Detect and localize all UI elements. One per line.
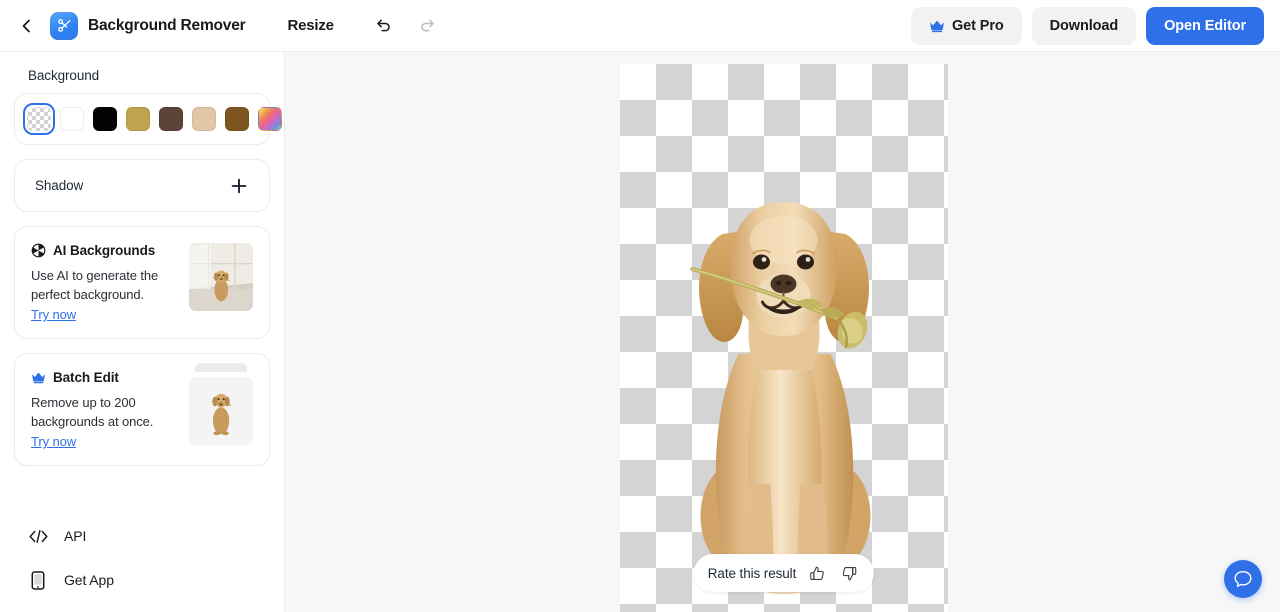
dog-in-room-thumbnail-image — [189, 243, 253, 311]
code-icon — [28, 529, 48, 544]
resize-button[interactable]: Resize — [287, 17, 334, 34]
promo-ai-title: AI Backgrounds — [53, 243, 156, 258]
rate-result-label: Rate this result — [707, 565, 797, 581]
promo-ai-thumbnail — [189, 243, 253, 311]
crown-icon — [930, 20, 944, 32]
background-swatch-list — [14, 93, 282, 145]
promo-card-ai-backgrounds[interactable]: AI Backgrounds Use AI to generate the pe… — [14, 226, 270, 339]
swatch-gradient-picker[interactable] — [258, 107, 282, 131]
swatch-tan[interactable] — [192, 107, 216, 131]
promo-batch-thumbnail — [189, 377, 253, 445]
main-body: Background Shadow AI Backgrounds Use AI … — [0, 52, 1280, 612]
promo-ai-header: AI Backgrounds — [31, 243, 179, 258]
chevron-left-icon — [22, 19, 30, 32]
promo-batch-header: Batch Edit — [31, 370, 179, 385]
promo-card-batch-edit[interactable]: Batch Edit Remove up to 200 backgrounds … — [14, 353, 270, 466]
back-button[interactable] — [14, 13, 40, 39]
app-root: Background Remover Resize Get Pro Downlo… — [0, 0, 1280, 612]
stacked-dog-thumbnail-image — [189, 377, 253, 445]
sidebar-item-api[interactable]: API — [14, 514, 270, 558]
undo-arrow-icon — [377, 19, 391, 32]
open-editor-label: Open Editor — [1164, 17, 1246, 34]
swatch-white[interactable] — [60, 107, 84, 131]
thumbs-down-icon — [842, 566, 857, 580]
download-label: Download — [1049, 17, 1119, 34]
sidebar-item-get-app[interactable]: Get App — [14, 558, 270, 602]
download-button[interactable]: Download — [1031, 6, 1137, 45]
sidebar: Background Shadow AI Backgrounds Use AI … — [0, 52, 285, 612]
help-chat-button[interactable] — [1224, 560, 1262, 598]
redo-button[interactable] — [416, 14, 440, 38]
background-section-title: Background — [28, 68, 100, 83]
golden-retriever-puppy-with-flower-image — [690, 202, 871, 594]
rate-result-pill: Rate this result — [693, 554, 875, 592]
phone-icon — [28, 570, 48, 590]
promo-batch-try-now-link[interactable]: Try now — [31, 434, 76, 449]
thumbs-up-icon — [810, 566, 824, 580]
canvas-area[interactable]: Rate this result — [285, 52, 1280, 612]
stack-sheet-behind — [195, 363, 247, 372]
add-shadow-button[interactable] — [229, 176, 249, 196]
promo-batch-description: Remove up to 200 backgrounds at once. — [31, 395, 154, 429]
thumbs-down-button[interactable] — [838, 562, 860, 584]
subject-image-dog — [677, 184, 892, 604]
promo-ai-description: Use AI to generate the perfect backgroun… — [31, 268, 159, 302]
promo-ai-try-now-link[interactable]: Try now — [31, 307, 76, 322]
promo-batch-text: Batch Edit Remove up to 200 backgrounds … — [31, 370, 179, 451]
swatch-khaki[interactable] — [126, 107, 150, 131]
chat-bubble-icon — [1234, 571, 1252, 587]
sparkle-icon — [31, 243, 46, 258]
scissors-icon — [57, 19, 70, 32]
thumbs-up-button[interactable] — [806, 562, 828, 584]
shadow-label: Shadow — [35, 178, 84, 193]
swatch-brown[interactable] — [225, 107, 249, 131]
sidebar-bottom-links: API Get App — [14, 514, 270, 612]
plus-icon — [231, 178, 247, 193]
app-title: Background Remover — [88, 16, 246, 34]
sidebar-item-get-app-label: Get App — [64, 572, 114, 588]
app-logo — [50, 11, 78, 40]
open-editor-button[interactable]: Open Editor — [1146, 6, 1264, 45]
shadow-row[interactable]: Shadow — [14, 159, 270, 212]
promo-batch-thumbnail-stack — [189, 363, 253, 445]
swatch-black[interactable] — [93, 107, 117, 131]
swatch-transparent[interactable] — [23, 103, 55, 135]
promo-batch-title: Batch Edit — [53, 370, 119, 385]
promo-ai-text: AI Backgrounds Use AI to generate the pe… — [31, 243, 179, 324]
artboard-transparent-canvas[interactable]: Rate this result — [620, 64, 948, 612]
sidebar-item-api-label: API — [64, 528, 87, 544]
get-pro-button[interactable]: Get Pro — [910, 6, 1022, 45]
get-pro-label: Get Pro — [951, 17, 1004, 34]
redo-arrow-icon — [421, 19, 435, 32]
top-toolbar: Background Remover Resize Get Pro Downlo… — [0, 0, 1280, 52]
swatch-dark-brown[interactable] — [159, 107, 183, 131]
crown-icon — [32, 372, 45, 384]
undo-button[interactable] — [372, 14, 396, 38]
history-controls — [372, 14, 440, 38]
